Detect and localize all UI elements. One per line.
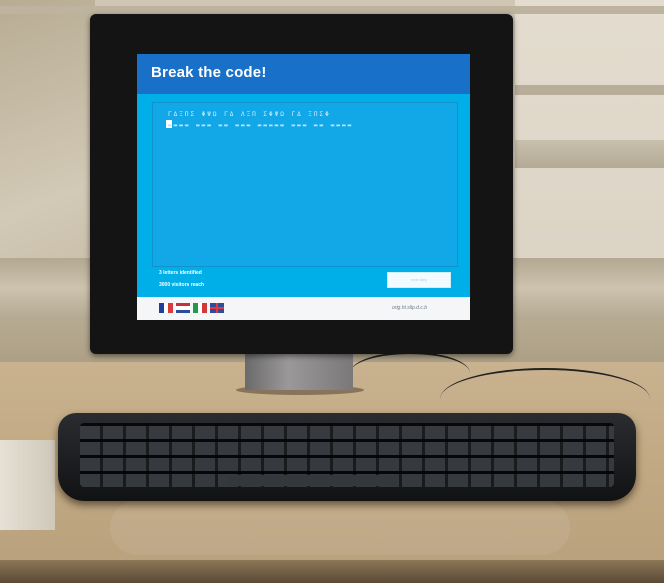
visitors-stat: 3000 visitors reach (159, 282, 205, 288)
table-reflection (110, 500, 570, 555)
table-edge (0, 560, 664, 583)
flag-italian-icon[interactable] (193, 303, 208, 313)
language-selector (159, 303, 224, 314)
keyboard[interactable] (58, 413, 636, 501)
next-step-button[interactable]: next step (387, 272, 451, 288)
letters-identified-stat: 3 letters identified (159, 270, 202, 276)
flag-english-icon[interactable] (210, 303, 224, 313)
answer-slots: ▬▬▬▬ ▬▬▬ ▬▬ ▬▬▬ ▬▬▬▬▬ ▬▬▬ ▬▬ ▬▬▬▬ (168, 122, 354, 129)
screen-header: Break the code! (137, 54, 470, 94)
paper-sheet (0, 440, 55, 530)
code-input-area[interactable]: ΓΔΞΠΣ ΦΨΩ ΓΔ ΛΞΠ ΣΦΨΩ ΓΔ ΞΠΣΦ ▬▬▬▬ ▬▬▬ ▬… (152, 102, 458, 267)
spacebar-key[interactable] (228, 475, 398, 486)
flag-dutch-icon[interactable] (176, 303, 190, 313)
kiosk-screen: Break the code! ΓΔΞΠΣ ΦΨΩ ΓΔ ΛΞΠ ΣΦΨΩ ΓΔ… (137, 54, 470, 320)
page-title: Break the code! (151, 64, 267, 81)
wall-molding-middle (515, 85, 664, 95)
cipher-text: ΓΔΞΠΣ ΦΨΩ ΓΔ ΛΞΠ ΣΦΨΩ ΓΔ ΞΠΣΦ (168, 111, 331, 118)
wall-molding (0, 6, 664, 14)
footer-logo: orig.ht.slip.d.c.b (392, 305, 428, 311)
flag-french-icon[interactable] (159, 303, 174, 313)
monitor-stand (245, 352, 353, 390)
wall-molding-lower (515, 140, 664, 168)
